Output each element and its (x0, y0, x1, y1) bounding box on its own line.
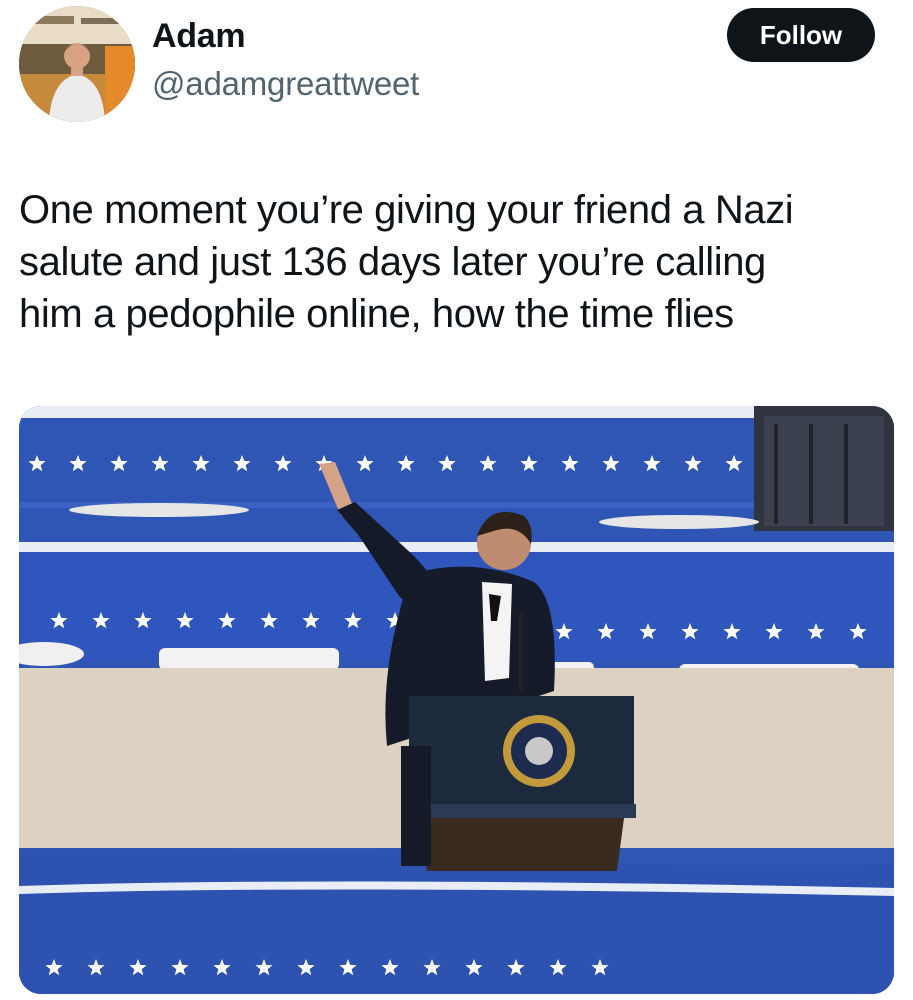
tweet-post: Adam @adamgreattweet Follow One moment y… (0, 0, 913, 1000)
author-display-name[interactable]: Adam (152, 16, 246, 56)
avatar[interactable] (19, 6, 135, 122)
tweet-media-photo[interactable] (19, 406, 894, 994)
attached-photo-icon (19, 406, 894, 994)
tweet-text: One moment you’re giving your friend a N… (19, 188, 794, 336)
follow-button[interactable]: Follow (727, 8, 875, 62)
author-handle[interactable]: @adamgreattweet (152, 64, 419, 104)
user-avatar-icon (19, 6, 135, 122)
